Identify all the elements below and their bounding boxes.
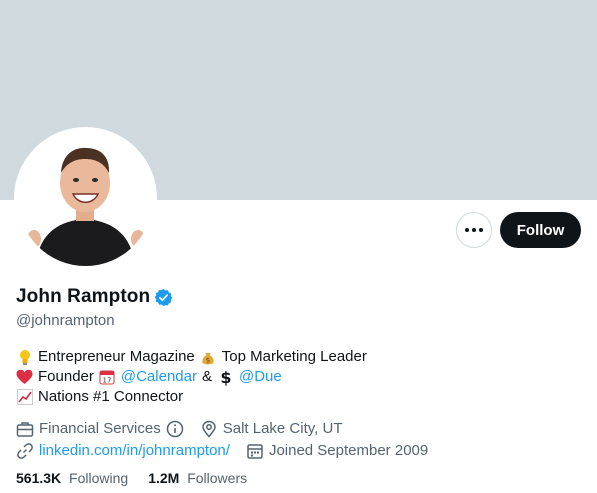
profile-name: John Rampton bbox=[16, 286, 151, 307]
website-link[interactable]: linkedin.com/in/johnrampton/ bbox=[39, 440, 230, 462]
meta-line-1: Financial Services Salt Lake City, UT bbox=[16, 418, 438, 440]
svg-text:$: $ bbox=[220, 369, 231, 386]
following-count: 561.3K bbox=[16, 470, 62, 486]
mention-calendar-link[interactable]: @Calendar bbox=[121, 367, 197, 387]
profile-name-row: John Rampton bbox=[16, 286, 173, 308]
following-label: Following bbox=[69, 470, 129, 486]
location-pin-icon bbox=[201, 420, 216, 438]
dollar-sign-icon: $ bbox=[217, 369, 234, 386]
meta-joined: Joined September 2009 bbox=[246, 440, 428, 462]
followers-label: Followers bbox=[187, 470, 248, 486]
avatar[interactable] bbox=[18, 131, 153, 266]
money-bag-icon: $ bbox=[200, 349, 217, 366]
calendar-outline-icon bbox=[247, 444, 263, 459]
follow-counts: 561.3K Following 1.2M Followers bbox=[16, 470, 247, 486]
joined-text: Joined September 2009 bbox=[268, 442, 429, 459]
more-options-button[interactable] bbox=[456, 212, 492, 248]
bio-text-marketing: Top Marketing Leader bbox=[221, 348, 367, 365]
meta-line-2: linkedin.com/in/johnrampton/ Joined Sept… bbox=[16, 440, 438, 462]
meta-category: Financial Services bbox=[16, 418, 184, 440]
mention-due-link[interactable]: @Due bbox=[239, 367, 282, 387]
bio-text-ampersand: & bbox=[201, 368, 212, 385]
avatar-frame bbox=[14, 127, 157, 270]
chart-increasing-icon bbox=[16, 389, 33, 406]
meta-website: linkedin.com/in/johnrampton/ bbox=[16, 440, 230, 462]
light-bulb-icon bbox=[16, 349, 33, 366]
bio-text-entrepreneur: Entrepreneur Magazine bbox=[38, 348, 195, 365]
bio-line-2: Founder 17 @Calendar & $ @Due bbox=[16, 367, 367, 387]
link-icon bbox=[17, 443, 33, 459]
verified-badge-icon[interactable] bbox=[154, 288, 173, 307]
followers-count-link[interactable]: 1.2M Followers bbox=[148, 470, 247, 486]
bio-line-3: Nations #1 Connector bbox=[16, 387, 367, 407]
svg-text:$: $ bbox=[206, 356, 210, 364]
avatar-image bbox=[18, 131, 153, 266]
follow-button[interactable]: Follow bbox=[500, 212, 581, 248]
briefcase-icon bbox=[16, 422, 34, 437]
profile-meta: Financial Services Salt Lake City, UT li… bbox=[16, 418, 438, 462]
more-horizontal-icon bbox=[465, 228, 483, 232]
info-icon[interactable] bbox=[166, 420, 184, 438]
profile-bio: Entrepreneur Magazine $ Top Marketing Le… bbox=[16, 347, 367, 407]
svg-text:17: 17 bbox=[103, 377, 112, 385]
red-heart-icon bbox=[16, 369, 33, 386]
bio-line-1: Entrepreneur Magazine $ Top Marketing Le… bbox=[16, 347, 367, 367]
meta-location: Salt Lake City, UT bbox=[200, 418, 343, 440]
profile-handle: @johnrampton bbox=[16, 312, 115, 329]
bio-text-connector: Nations #1 Connector bbox=[38, 388, 184, 405]
followers-count: 1.2M bbox=[148, 470, 180, 486]
following-count-link[interactable]: 561.3K Following bbox=[16, 470, 128, 486]
bio-text-founder: Founder bbox=[38, 368, 94, 385]
calendar-icon: 17 bbox=[99, 369, 116, 386]
category-text: Financial Services bbox=[39, 420, 161, 437]
location-text: Salt Lake City, UT bbox=[222, 420, 343, 437]
